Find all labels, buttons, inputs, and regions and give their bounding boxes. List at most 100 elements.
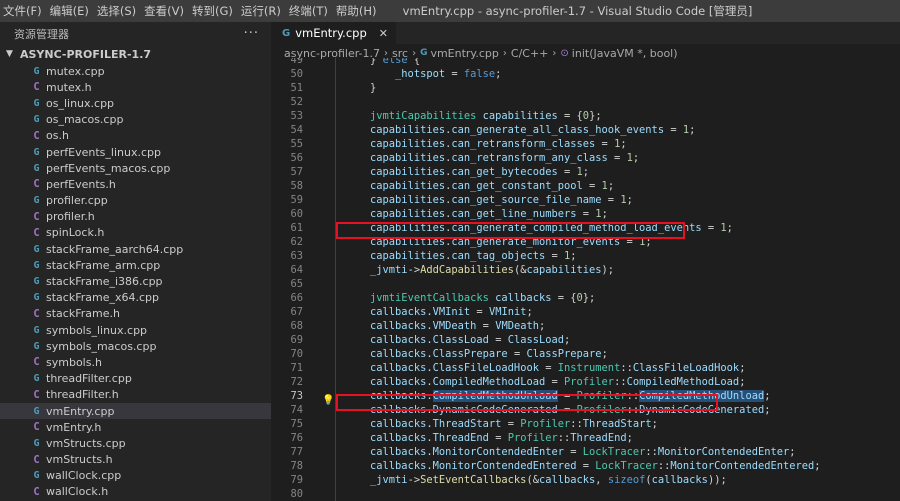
code-line[interactable]: 79 _jvmti->SetEventCallbacks(&callbacks,… <box>272 473 900 487</box>
code-line[interactable]: 54 capabilities.can_generate_all_class_h… <box>272 123 900 137</box>
file-item[interactable]: Cmutex.h <box>0 79 271 95</box>
code-line[interactable]: 66 jvmtiEventCallbacks callbacks = {0}; <box>272 291 900 305</box>
line-number: 69 <box>290 334 303 346</box>
file-item[interactable]: GvmStructs.cpp <box>0 435 271 451</box>
cpp-file-icon: G <box>33 243 40 255</box>
code-line[interactable]: 55 capabilities.can_retransform_classes … <box>272 137 900 151</box>
code-line[interactable]: 58 capabilities.can_get_constant_pool = … <box>272 179 900 193</box>
header-file-icon: C <box>33 81 40 94</box>
code-line[interactable]: 69 callbacks.ClassLoad = ClassLoad; <box>272 333 900 347</box>
menu-help[interactable]: 帮助(H) <box>332 0 381 22</box>
code-line[interactable]: 60 capabilities.can_get_line_numbers = 1… <box>272 207 900 221</box>
file-item[interactable]: CspinLock.h <box>0 225 271 241</box>
file-item[interactable]: CstackFrame.h <box>0 306 271 322</box>
file-item[interactable]: Csymbols.h <box>0 354 271 370</box>
file-item[interactable]: GstackFrame_aarch64.cpp <box>0 241 271 257</box>
file-item[interactable]: CvmEntry.h <box>0 419 271 435</box>
menu-terminal[interactable]: 终端(T) <box>285 0 332 22</box>
line-content: } <box>370 82 377 94</box>
file-item[interactable]: GthreadFilter.cpp <box>0 371 271 387</box>
file-item[interactable]: Gos_linux.cpp <box>0 95 271 111</box>
file-item[interactable]: Gsymbols_linux.cpp <box>0 322 271 338</box>
file-item[interactable]: Cos.h <box>0 128 271 144</box>
menu-go[interactable]: 转到(G) <box>188 0 237 22</box>
code-line[interactable]: 71 callbacks.ClassFileLoadHook = Instrum… <box>272 361 900 375</box>
code-line[interactable]: 68 callbacks.VMDeath = VMDeath; <box>272 319 900 333</box>
code-line[interactable]: 77 callbacks.MonitorContendedEnter = Loc… <box>272 445 900 459</box>
file-item[interactable]: GwallClock.cpp <box>0 468 271 484</box>
file-label: os_linux.cpp <box>46 96 115 110</box>
file-item[interactable]: CperfEvents.h <box>0 176 271 192</box>
file-item[interactable]: GstackFrame_i386.cpp <box>0 273 271 289</box>
code-line[interactable]: 67 callbacks.VMInit = VMInit; <box>272 305 900 319</box>
line-content: _jvmti->SetEventCallbacks(&callbacks, si… <box>370 474 727 486</box>
file-label: stackFrame_i386.cpp <box>46 275 163 289</box>
code-line[interactable]: 51 } <box>272 81 900 95</box>
lightbulb-icon[interactable]: 💡 <box>322 395 334 406</box>
close-icon[interactable]: ✕ <box>379 27 388 40</box>
file-item[interactable]: Gprofiler.cpp <box>0 193 271 209</box>
code-line[interactable]: 49 } else { <box>272 58 900 67</box>
line-content: callbacks.ClassFileLoadHook = Instrument… <box>370 362 746 374</box>
cpp-file-icon: G <box>33 276 40 288</box>
highlight-box-line-73 <box>336 394 718 411</box>
line-content: _hotspot = false; <box>395 68 502 80</box>
menu-file[interactable]: 文件(F) <box>0 0 46 22</box>
file-item[interactable]: Gmutex.cpp <box>0 63 271 79</box>
code-line[interactable]: 70 callbacks.ClassPrepare = ClassPrepare… <box>272 347 900 361</box>
header-file-icon: C <box>33 421 40 434</box>
file-label: symbols.h <box>46 355 102 369</box>
code-line[interactable]: 56 capabilities.can_retransform_any_clas… <box>272 151 900 165</box>
file-label: wallClock.cpp <box>46 469 122 483</box>
file-item[interactable]: GstackFrame_arm.cpp <box>0 257 271 273</box>
file-item[interactable]: Cprofiler.h <box>0 209 271 225</box>
menu-view[interactable]: 查看(V) <box>140 0 188 22</box>
code-line[interactable]: 64 _jvmti->AddCapabilities(&capabilities… <box>272 263 900 277</box>
code-line[interactable]: 75 callbacks.ThreadStart = Profiler::Thr… <box>272 417 900 431</box>
code-line[interactable]: 52 <box>272 95 900 109</box>
menu-bar: 文件(F) 编辑(E) 选择(S) 查看(V) 转到(G) 运行(R) 终端(T… <box>0 0 380 22</box>
code-editor[interactable]: 49 } else {50 _hotspot = false; 51 } 52 53 … <box>272 58 900 501</box>
line-number: 67 <box>290 306 303 318</box>
code-line[interactable]: 80 <box>272 487 900 501</box>
code-line[interactable]: 72 callbacks.CompiledMethodLoad = Profil… <box>272 375 900 389</box>
code-line[interactable]: 63 capabilities.can_tag_objects = 1; <box>272 249 900 263</box>
line-content: } else { <box>370 58 421 66</box>
file-item[interactable]: GperfEvents_linux.cpp <box>0 144 271 160</box>
code-line[interactable]: 53 jvmtiCapabilities capabilities = {0}; <box>272 109 900 123</box>
cpp-file-icon: G <box>33 405 40 417</box>
line-number: 80 <box>290 488 303 500</box>
file-item[interactable]: GperfEvents_macos.cpp <box>0 160 271 176</box>
file-label: vmStructs.h <box>46 453 113 467</box>
file-item[interactable]: Gos_macos.cpp <box>0 112 271 128</box>
line-number: 74 <box>290 404 303 416</box>
file-item[interactable]: GstackFrame_x64.cpp <box>0 290 271 306</box>
line-number: 72 <box>290 376 303 388</box>
tab-vmentry-cpp[interactable]: G vmEntry.cpp ✕ <box>272 22 396 44</box>
more-actions-icon[interactable]: ··· <box>244 26 259 41</box>
file-item[interactable]: CvmStructs.h <box>0 452 271 468</box>
line-content: callbacks.MonitorContendedEnter = LockTr… <box>370 446 796 458</box>
file-item[interactable]: GvmEntry.cpp <box>0 402 271 420</box>
workspace-section-header[interactable]: ▼ ASYNC-PROFILER-1.7 <box>0 45 271 63</box>
code-line[interactable]: 78 callbacks.MonitorContendedEntered = L… <box>272 459 900 473</box>
line-number: 71 <box>290 362 303 374</box>
code-line[interactable]: 59 capabilities.can_get_source_file_name… <box>272 193 900 207</box>
file-item[interactable]: CwallClock.h <box>0 484 271 500</box>
header-file-icon: C <box>33 226 40 239</box>
line-number: 59 <box>290 194 303 206</box>
file-label: profiler.h <box>46 210 95 224</box>
menu-edit[interactable]: 编辑(E) <box>46 0 93 22</box>
file-label: profiler.cpp <box>46 194 108 208</box>
file-item[interactable]: Gsymbols_macos.cpp <box>0 338 271 354</box>
code-line[interactable]: 65 <box>272 277 900 291</box>
menu-selection[interactable]: 选择(S) <box>93 0 140 22</box>
menu-run[interactable]: 运行(R) <box>237 0 285 22</box>
cpp-file-icon: G <box>33 146 40 158</box>
header-file-icon: C <box>33 129 40 142</box>
tab-bar: G vmEntry.cpp ✕ <box>272 22 900 44</box>
code-line[interactable]: 76 callbacks.ThreadEnd = Profiler::Threa… <box>272 431 900 445</box>
code-line[interactable]: 57 capabilities.can_get_bytecodes = 1; <box>272 165 900 179</box>
code-line[interactable]: 50 _hotspot = false; <box>272 67 900 81</box>
file-item[interactable]: CthreadFilter.h <box>0 387 271 403</box>
